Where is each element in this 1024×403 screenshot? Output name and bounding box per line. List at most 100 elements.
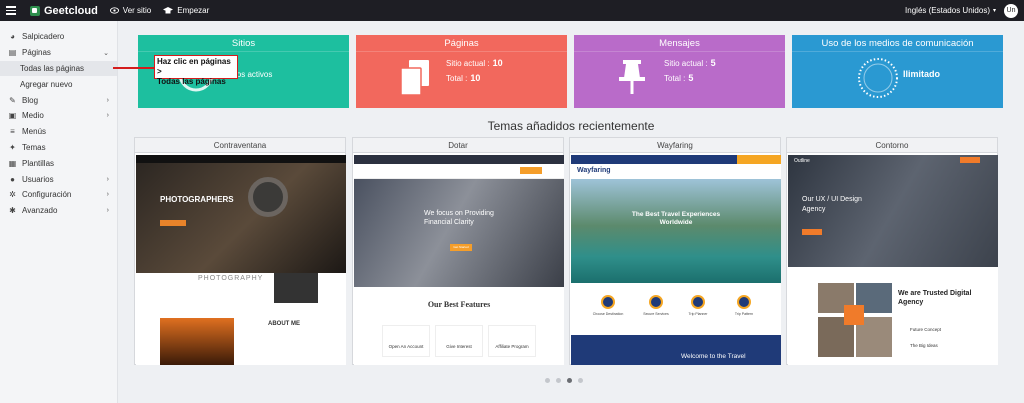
chevron-down-icon: ▾ [992, 8, 996, 14]
brand-logo-icon [30, 5, 40, 16]
palette-icon: ✦ [9, 142, 16, 152]
theme-name: Contraventana [135, 138, 345, 153]
sidebar-item-label: Medio [22, 111, 44, 121]
view-site-link[interactable]: Ver sitio [109, 6, 151, 15]
chevron-right-icon: › [106, 191, 109, 199]
sidebar-item-advanced[interactable]: ✱ Avanzado › [0, 203, 117, 219]
sidebar-item-templates[interactable]: ▦ Plantillas [0, 155, 117, 171]
gear-icon: ✲ [9, 190, 16, 200]
sidebar: ◕ Salpicadero ▤ Páginas ⌄ Todas las pági… [0, 21, 118, 403]
theme-about-text: ABOUT ME [268, 321, 300, 327]
theme-list-item: Future Concept [910, 327, 942, 332]
graduation-cap-icon [163, 7, 174, 14]
carousel-pagination [545, 378, 583, 383]
list-icon: ≡ [10, 127, 15, 137]
users-icon: ● [10, 174, 15, 184]
sidebar-item-label: Plantillas [22, 158, 55, 168]
sidebar-item-label: Temas [22, 142, 46, 152]
theme-list-item: The Big Ideas [910, 343, 938, 348]
chevron-right-icon: › [106, 112, 109, 120]
theme-strip-text: PHOTOGRAPHY [198, 275, 264, 282]
theme-card-wayfaring[interactable]: Wayfaring Wayfaring The Best Travel Expe… [569, 137, 781, 365]
card-pages[interactable]: Páginas Sitio actual :10 Total :10 [356, 35, 567, 108]
sidebar-item-settings[interactable]: ✲ Configuración › [0, 187, 117, 203]
theme-icon-label: Trip Pattern [734, 312, 754, 316]
sidebar-item-label: Páginas [22, 48, 51, 58]
sidebar-item-label: Avanzado [22, 206, 58, 216]
current-site-label: Sitio actual : [664, 59, 708, 68]
chevron-down-icon: ⌄ [103, 49, 109, 57]
callout-arrow [113, 67, 155, 69]
theme-hero-button: Get Started [450, 244, 472, 251]
card-media-usage[interactable]: Uso de los medios de comunicación Ilimit… [792, 35, 1003, 108]
sidebar-item-label: Salpicadero [22, 32, 65, 42]
top-bar: Geetcloud Ver sitio Empezar Inglés (Esta… [0, 0, 1024, 21]
current-site-label: Sitio actual : [446, 59, 490, 68]
theme-heading: We are Trusted Digital Agency [898, 290, 972, 306]
menu-toggle-icon[interactable] [0, 0, 22, 21]
sidebar-item-label: Usuarios [22, 174, 54, 184]
theme-card-dotar[interactable]: Dotar We focus on Providing Financial Cl… [352, 137, 564, 365]
card-title: Uso de los medios de comunicación [792, 35, 1003, 52]
brand[interactable]: Geetcloud [30, 5, 98, 17]
pin-icon [619, 60, 645, 94]
copy-pages-icon [400, 60, 429, 96]
sidebar-item-users[interactable]: ● Usuarios › [0, 171, 117, 187]
sidebar-item-menus[interactable]: ≡ Menús [0, 124, 117, 140]
carousel-dot[interactable] [578, 378, 583, 383]
theme-icon-label: Choose Destination [592, 312, 624, 316]
theme-hero-text: We focus on Providing Financial Clarity [424, 210, 494, 226]
theme-preview: Wayfaring The Best Travel Experiences Wo… [571, 155, 781, 365]
theme-name: Contorno [787, 138, 997, 153]
sidebar-item-pages[interactable]: ▤ Páginas ⌄ [0, 45, 117, 61]
sidebar-item-blog[interactable]: ✎ Blog › [0, 92, 117, 108]
card-title: Mensajes [574, 35, 785, 52]
theme-feature: Open An Account [382, 325, 430, 357]
sidebar-subitem-add-new[interactable]: Agregar nuevo [0, 76, 117, 92]
total-value: 5 [688, 73, 694, 83]
card-title: Páginas [356, 35, 567, 52]
theme-card-contraventana[interactable]: Contraventana PHOTOGRAPHERS PHOTOGRAPHY … [134, 137, 346, 365]
chevron-right-icon: › [106, 207, 109, 215]
theme-icon-label: Secure Services [643, 312, 669, 316]
theme-card-contorno[interactable]: Contorno Outline Our UX / UI Design Agen… [786, 137, 998, 365]
chevron-right-icon: › [106, 175, 109, 183]
user-avatar[interactable]: Un [1004, 3, 1018, 18]
gauge-icon [858, 58, 898, 98]
sidebar-subitem-all-pages[interactable]: Todas las páginas [0, 60, 117, 77]
theme-logo: Wayfaring [577, 167, 611, 174]
get-started-link[interactable]: Empezar [163, 6, 209, 15]
theme-name: Wayfaring [570, 138, 780, 153]
language-label: Inglés (Estados Unidos) [905, 6, 990, 15]
carousel-dot[interactable] [545, 378, 550, 383]
feature-label: Affiliate Program [495, 344, 529, 349]
sidebar-item-label: Blog [22, 95, 39, 105]
theme-hero-text: Our UX / UI Design Agency [802, 196, 862, 213]
theme-name: Dotar [353, 138, 563, 153]
language-selector[interactable]: Inglés (Estados Unidos) ▾ [905, 6, 996, 15]
card-messages[interactable]: Mensajes Sitio actual :5 Total :5 [574, 35, 785, 108]
feature-label: Give Interest [446, 344, 472, 349]
theme-hero-text: The Best Travel Experiences Worldwide [631, 211, 721, 226]
chevron-right-icon: › [106, 96, 109, 104]
media-usage-value: Ilimitado [903, 69, 941, 79]
callout-line-1: Haz clic en páginas > [157, 57, 231, 76]
total-label: Total : [446, 74, 468, 83]
template-icon: ▦ [8, 158, 17, 168]
carousel-dot[interactable] [556, 378, 561, 383]
sidebar-item-themes[interactable]: ✦ Temas [0, 140, 117, 156]
media-icon: ▣ [8, 111, 17, 121]
palette-icon: ◕ [10, 32, 15, 42]
pages-icon: ▤ [8, 48, 17, 58]
sidebar-item-label: Configuración [22, 190, 72, 200]
current-site-value: 5 [710, 58, 716, 68]
theme-preview: Outline Our UX / UI Design Agency We are… [788, 155, 998, 365]
pin-icon: ✎ [9, 95, 16, 105]
card-title: Sitios [138, 35, 349, 52]
sidebar-item-media[interactable]: ▣ Medio › [0, 108, 117, 124]
theme-preview: We focus on Providing Financial Clarity … [354, 155, 564, 365]
sidebar-item-dashboard[interactable]: ◕ Salpicadero [0, 29, 117, 45]
theme-footer-text: Welcome to the Travel [681, 353, 746, 360]
theme-feature: Affiliate Program [488, 325, 536, 357]
carousel-dot-active[interactable] [567, 378, 572, 383]
